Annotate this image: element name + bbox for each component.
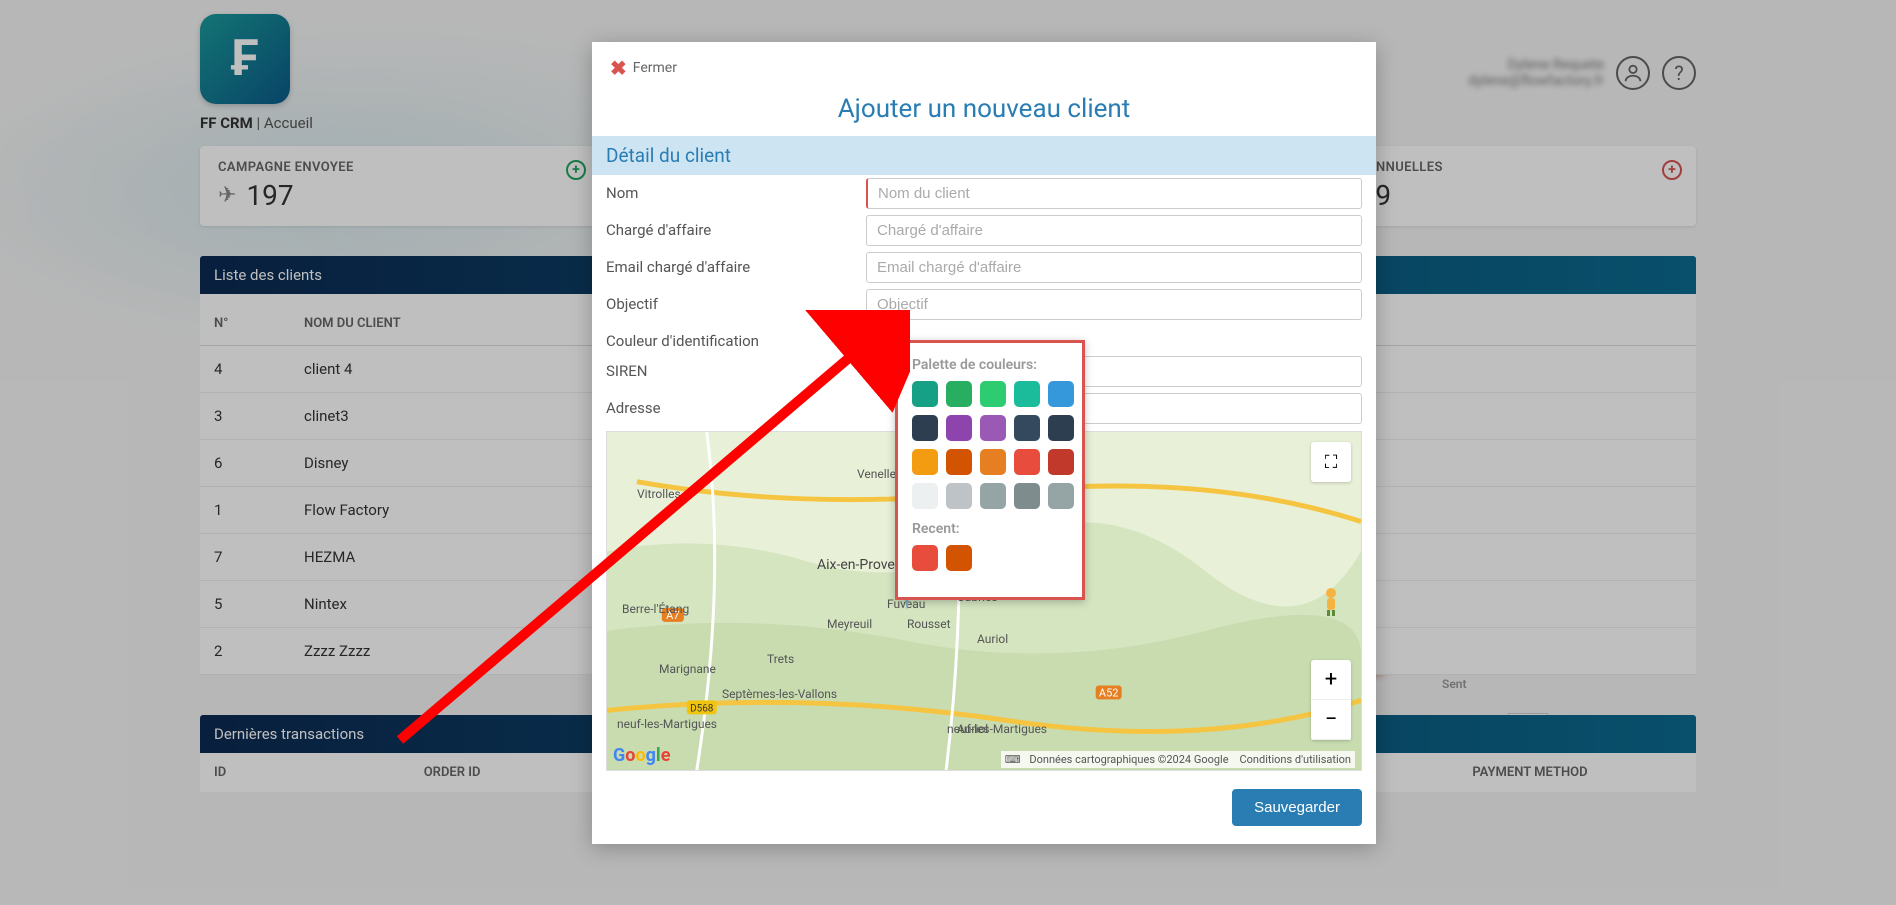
color-option[interactable] <box>946 483 972 509</box>
map-place-auriol: Auriol <box>957 722 988 736</box>
map-place: Auriol <box>977 632 1008 646</box>
zoom-out-icon[interactable]: − <box>1311 700 1351 740</box>
color-option[interactable] <box>1048 449 1074 475</box>
color-option-recent[interactable] <box>946 545 972 571</box>
map-place: Meyreuil <box>827 617 872 631</box>
zoom-in-icon[interactable]: + <box>1311 660 1351 700</box>
color-option[interactable] <box>1048 415 1074 441</box>
email-input[interactable] <box>866 252 1362 283</box>
adresse-input[interactable] <box>1044 393 1362 424</box>
color-option-recent[interactable] <box>912 545 938 571</box>
color-option[interactable] <box>980 483 1006 509</box>
siren-input[interactable] <box>1044 356 1362 387</box>
close-icon: ✖ <box>610 56 627 80</box>
label-couleur: Couleur d'identification <box>606 326 866 350</box>
color-option[interactable] <box>1014 483 1040 509</box>
color-option[interactable] <box>1048 483 1074 509</box>
nom-input[interactable] <box>866 178 1362 209</box>
close-button[interactable]: ✖ Fermer <box>592 42 1376 94</box>
map-place: Marignane <box>659 662 716 676</box>
charge-input[interactable] <box>866 215 1362 246</box>
color-option[interactable] <box>912 449 938 475</box>
color-option[interactable] <box>912 381 938 407</box>
label-siren: SIREN <box>606 356 866 380</box>
color-option[interactable] <box>946 415 972 441</box>
map-place: neuf-les-Martigues <box>617 717 717 731</box>
map-terms-link[interactable]: Conditions d'utilisation <box>1239 753 1351 766</box>
color-option[interactable] <box>912 415 938 441</box>
color-option[interactable] <box>980 381 1006 407</box>
save-button[interactable]: Sauvegarder <box>1232 789 1362 826</box>
label-email: Email chargé d'affaire <box>606 252 866 276</box>
svg-text:A52: A52 <box>1099 686 1118 699</box>
map-place: Trets <box>767 652 794 666</box>
map-place: Septèmes-les-Vallons <box>722 687 837 701</box>
color-option[interactable] <box>946 449 972 475</box>
map-place: Berre-l'Étang <box>622 602 689 616</box>
fullscreen-icon[interactable]: ⛶ <box>1311 442 1351 482</box>
color-option[interactable] <box>1014 415 1040 441</box>
modal-title: Ajouter un nouveau client <box>592 94 1376 136</box>
color-option[interactable] <box>980 415 1006 441</box>
color-option[interactable] <box>912 483 938 509</box>
streetview-icon[interactable] <box>1311 582 1351 622</box>
label-charge: Chargé d'affaire <box>606 215 866 239</box>
color-option[interactable] <box>946 381 972 407</box>
objectif-input[interactable] <box>866 289 1362 320</box>
svg-text:D568: D568 <box>690 703 714 714</box>
map-place: Vitrolles <box>637 487 681 501</box>
label-nom: Nom <box>606 178 866 202</box>
map-place: Rousset <box>907 617 951 631</box>
label-objectif: Objectif <box>606 289 866 313</box>
google-logo: Google <box>613 745 670 766</box>
palette-label: Palette de couleurs: <box>912 357 1068 373</box>
color-swatch-button[interactable] <box>866 326 890 350</box>
map-attribution: ⌨ Données cartographiques ©2024 Google C… <box>1001 751 1355 768</box>
label-adresse: Adresse <box>606 393 866 417</box>
color-option[interactable] <box>1014 449 1040 475</box>
section-header: Détail du client <box>592 136 1376 175</box>
recent-label: Recent: <box>912 521 1068 537</box>
color-option[interactable] <box>1048 381 1074 407</box>
color-option[interactable] <box>1014 381 1040 407</box>
color-picker-popover: Palette de couleurs: Recent: <box>895 340 1085 600</box>
color-option[interactable] <box>980 449 1006 475</box>
